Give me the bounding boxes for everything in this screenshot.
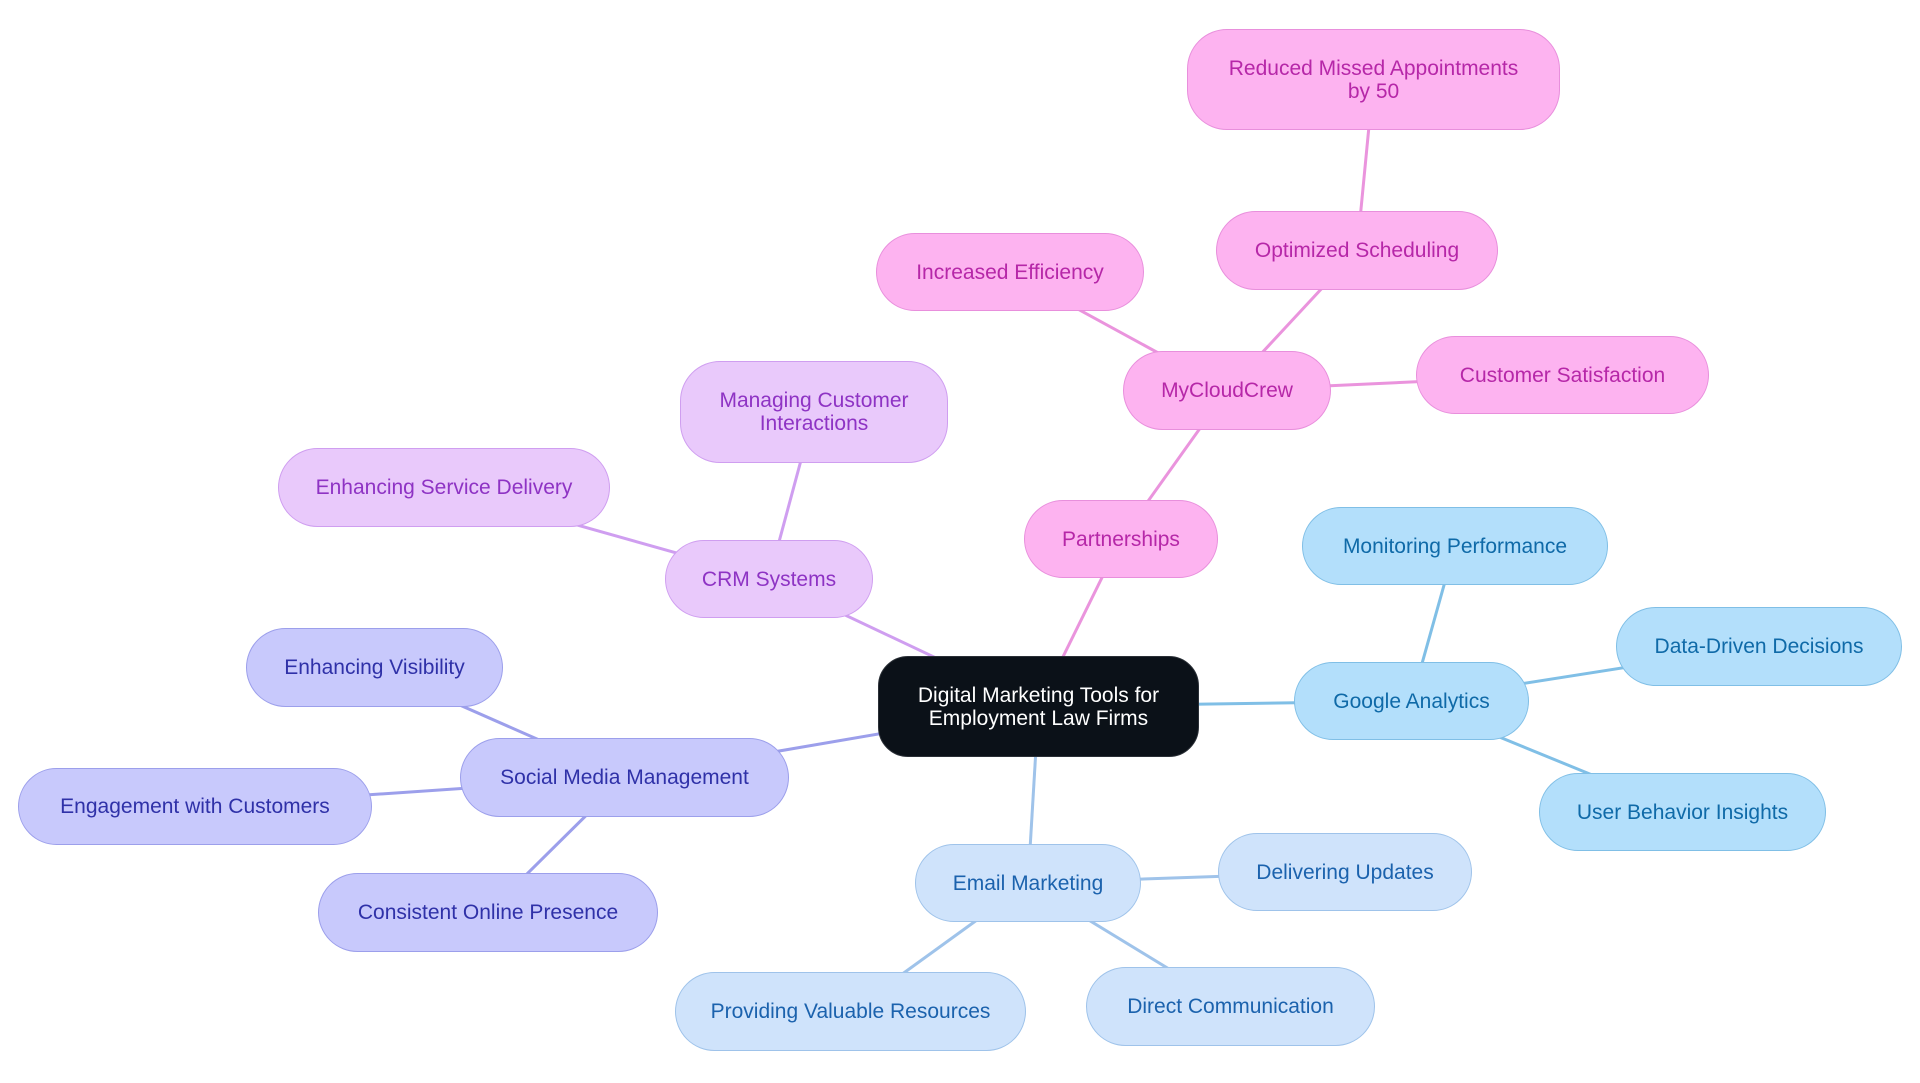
node-crm-systems[interactable]: CRM Systems: [665, 540, 873, 618]
node-delivering-updates[interactable]: Delivering Updates: [1218, 833, 1472, 911]
node-email-marketing[interactable]: Email Marketing: [915, 844, 1141, 922]
node-providing-valuable-resources[interactable]: Providing Valuable Resources: [675, 972, 1026, 1051]
node-social-media-management[interactable]: Social Media Management: [460, 738, 789, 817]
node-user-behavior-insights[interactable]: User Behavior Insights: [1539, 773, 1826, 851]
node-engagement-with-customers[interactable]: Engagement with Customers: [18, 768, 372, 845]
node-data-driven-decisions[interactable]: Data-Driven Decisions: [1616, 607, 1902, 686]
node-consistent-online-presence[interactable]: Consistent Online Presence: [318, 873, 658, 952]
node-mycloudcrew[interactable]: MyCloudCrew: [1123, 351, 1331, 430]
node-optimized-scheduling[interactable]: Optimized Scheduling: [1216, 211, 1498, 290]
node-customer-satisfaction[interactable]: Customer Satisfaction: [1416, 336, 1709, 414]
mind-map-canvas: Digital Marketing Tools for Employment L…: [0, 0, 1920, 1083]
node-direct-communication[interactable]: Direct Communication: [1086, 967, 1375, 1046]
node-enhancing-service-delivery[interactable]: Enhancing Service Delivery: [278, 448, 610, 527]
node-reduced-missed-appointments[interactable]: Reduced Missed Appointments by 50: [1187, 29, 1560, 130]
node-monitoring-performance[interactable]: Monitoring Performance: [1302, 507, 1608, 585]
node-managing-customer-interactions[interactable]: Managing Customer Interactions: [680, 361, 948, 463]
node-partnerships[interactable]: Partnerships: [1024, 500, 1218, 578]
node-increased-efficiency[interactable]: Increased Efficiency: [876, 233, 1144, 311]
node-enhancing-visibility[interactable]: Enhancing Visibility: [246, 628, 503, 707]
root-node[interactable]: Digital Marketing Tools for Employment L…: [878, 656, 1199, 757]
node-google-analytics[interactable]: Google Analytics: [1294, 662, 1529, 740]
